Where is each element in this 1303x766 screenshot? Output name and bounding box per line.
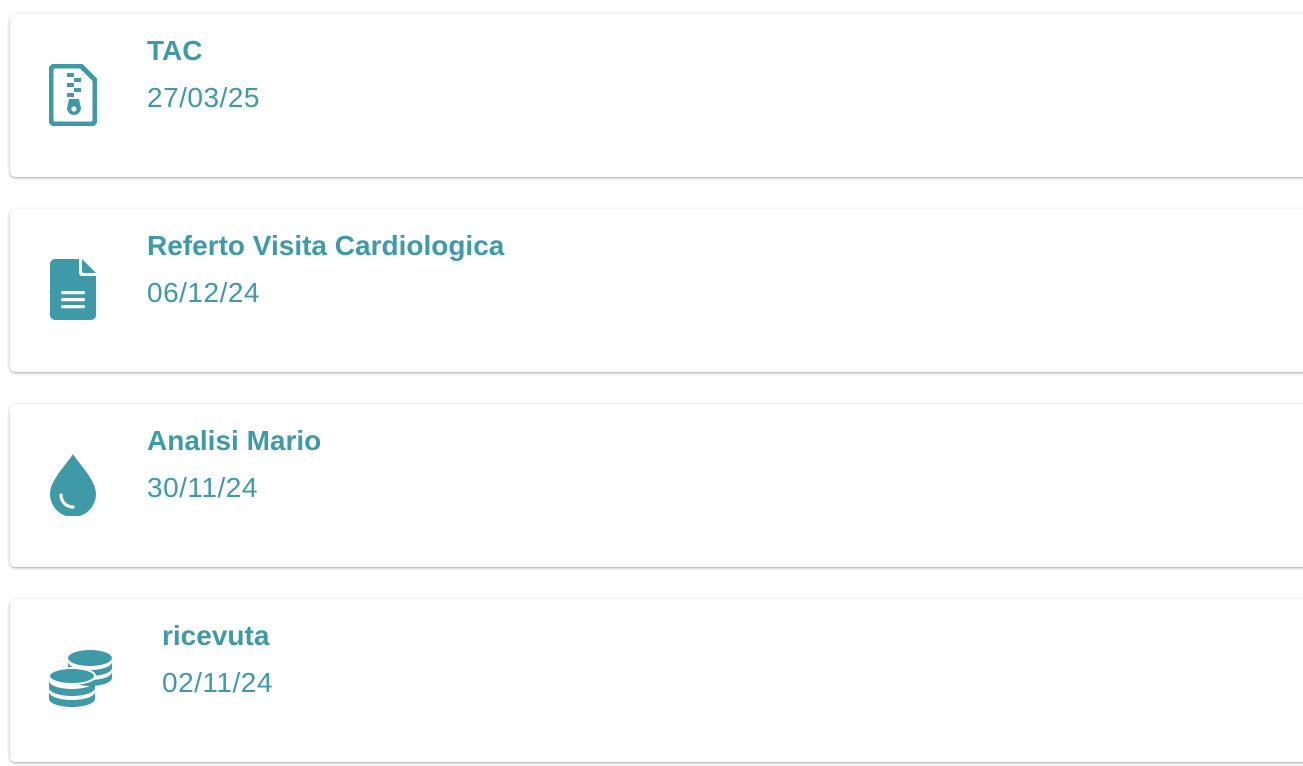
document-title: ricevuta [162,620,270,651]
droplet-icon [48,452,98,518]
document-card-ricevuta[interactable]: ricevuta 02/11/24 [10,599,1303,762]
file-lines-icon [48,257,98,323]
document-title: Analisi Mario [147,425,322,456]
document-date: 02/11/24 [162,667,273,698]
file-zipper-icon [48,62,98,128]
document-date: 06/12/24 [147,277,260,308]
document-title: TAC [147,35,203,66]
document-card-analisi[interactable]: Analisi Mario 30/11/24 [10,404,1303,567]
document-card-tac[interactable]: TAC 27/03/25 [10,14,1303,177]
document-title: Referto Visita Cardiologica [147,230,505,261]
document-date: 30/11/24 [147,472,258,503]
document-list: TAC 27/03/25 Referto Visita Cardiologica… [0,0,1303,766]
coins-icon [48,647,114,713]
document-date: 27/03/25 [147,82,260,113]
document-card-referto[interactable]: Referto Visita Cardiologica 06/12/24 [10,209,1303,372]
